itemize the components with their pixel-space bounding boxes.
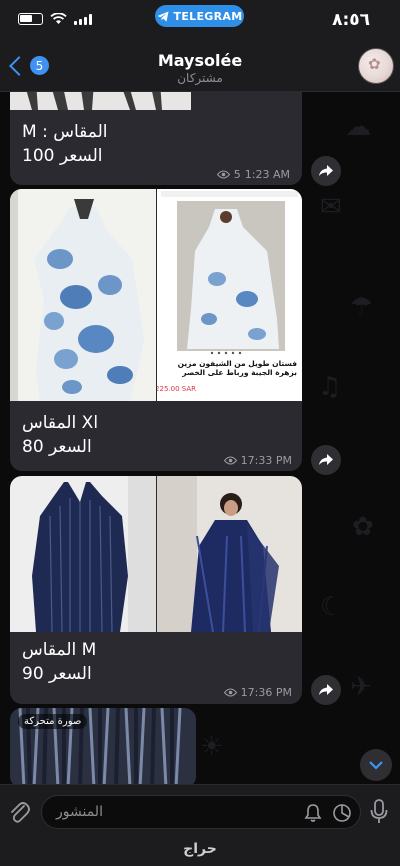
message-bubble[interactable]: M : المقاس السعر 100 5 1:23 AM bbox=[10, 92, 302, 185]
status-icons bbox=[18, 13, 92, 25]
doodle-icon: ☀ bbox=[200, 732, 224, 762]
size-text: المقاس Xl bbox=[22, 413, 99, 433]
eye-icon bbox=[223, 688, 237, 697]
size-text: M : المقاس bbox=[22, 122, 108, 142]
forward-icon bbox=[319, 454, 333, 465]
avatar[interactable] bbox=[358, 48, 394, 84]
share-button[interactable] bbox=[311, 675, 341, 705]
telegram-pill[interactable]: TELEGRAM bbox=[155, 5, 244, 27]
message-time: 17:33 PM bbox=[240, 454, 292, 467]
message-photo[interactable] bbox=[10, 189, 156, 401]
doodle-icon: ☁ bbox=[345, 112, 371, 142]
attach-button[interactable] bbox=[8, 799, 30, 829]
message-meta: 17:33 PM bbox=[223, 454, 292, 467]
scroll-down-button[interactable] bbox=[360, 749, 392, 781]
price-text: السعر 80 bbox=[22, 437, 92, 457]
doodle-icon: ☂ bbox=[350, 292, 374, 322]
wifi-icon bbox=[50, 13, 67, 24]
product-screenshot[interactable]: فستان طويل من الشيفون مزين بزهرة الجيبة … bbox=[157, 189, 302, 401]
doodle-icon: ✈ bbox=[350, 672, 372, 702]
message-meta: 17:36 PM bbox=[223, 686, 292, 699]
message-photo[interactable] bbox=[10, 476, 156, 632]
chat-header: 5 Maysolée مشتركان bbox=[0, 36, 400, 92]
doodle-icon: ♫ bbox=[318, 372, 342, 402]
eye-icon bbox=[223, 456, 237, 465]
chevron-down-icon bbox=[369, 760, 383, 770]
message-photo[interactable] bbox=[10, 92, 191, 110]
paperclip-icon bbox=[11, 802, 30, 823]
gif-message[interactable]: صورة متحركة bbox=[10, 708, 196, 784]
clock: ٨:٥٦ bbox=[332, 10, 370, 30]
eye-icon bbox=[216, 170, 230, 179]
watermark: حراج bbox=[183, 841, 217, 857]
view-count: 5 bbox=[233, 168, 241, 181]
status-bar: TELEGRAM ٨:٥٦ bbox=[0, 0, 400, 36]
chat-subtitle: مشتركان bbox=[177, 71, 223, 85]
message-meta: 5 1:23 AM bbox=[216, 168, 290, 181]
price-text: السعر 100 bbox=[22, 146, 103, 166]
battery-icon bbox=[18, 13, 43, 25]
voice-button[interactable] bbox=[370, 799, 388, 829]
bell-icon bbox=[304, 804, 322, 822]
size-text: المقاس M bbox=[22, 640, 97, 660]
message-list[interactable]: ☁ ✉ ☂ ♫ ✿ ☾ ✈ ☀ M : المقاس السعر 100 5 1… bbox=[0, 92, 400, 784]
message-time: 17:36 PM bbox=[240, 686, 292, 699]
product-title: فستان طويل من الشيفون مزين بزهرة الجيبة … bbox=[177, 359, 297, 377]
chat-title[interactable]: Maysolée bbox=[0, 51, 400, 70]
share-button[interactable] bbox=[311, 156, 341, 186]
share-button[interactable] bbox=[311, 445, 341, 475]
telegram-pill-label: TELEGRAM bbox=[173, 9, 243, 23]
message-bubble[interactable]: فستان طويل من الشيفون مزين بزهرة الجيبة … bbox=[10, 189, 302, 471]
doodle-icon: ✿ bbox=[352, 512, 374, 542]
message-time: 1:23 AM bbox=[244, 168, 290, 181]
doodle-icon: ☾ bbox=[320, 592, 344, 622]
forward-icon bbox=[319, 684, 333, 695]
message-placeholder: المنشور bbox=[56, 804, 103, 820]
signal-icon bbox=[74, 13, 92, 25]
product-price: 225.00 SAR bbox=[157, 385, 196, 393]
input-bar: المنشور حراج bbox=[0, 784, 400, 866]
telegram-icon bbox=[157, 11, 169, 21]
doodle-icon: ✉ bbox=[320, 192, 342, 222]
gif-badge: صورة متحركة bbox=[18, 714, 88, 729]
schedule-button[interactable] bbox=[332, 803, 352, 827]
forward-icon bbox=[319, 165, 333, 176]
sticker-icon bbox=[333, 804, 351, 822]
silent-bell-button[interactable] bbox=[304, 803, 322, 827]
microphone-icon bbox=[370, 799, 388, 823]
price-text: السعر 90 bbox=[22, 664, 92, 684]
message-input[interactable]: المنشور bbox=[41, 795, 361, 829]
message-bubble[interactable]: المقاس M السعر 90 17:36 PM bbox=[10, 476, 302, 704]
message-photo[interactable] bbox=[157, 476, 302, 632]
